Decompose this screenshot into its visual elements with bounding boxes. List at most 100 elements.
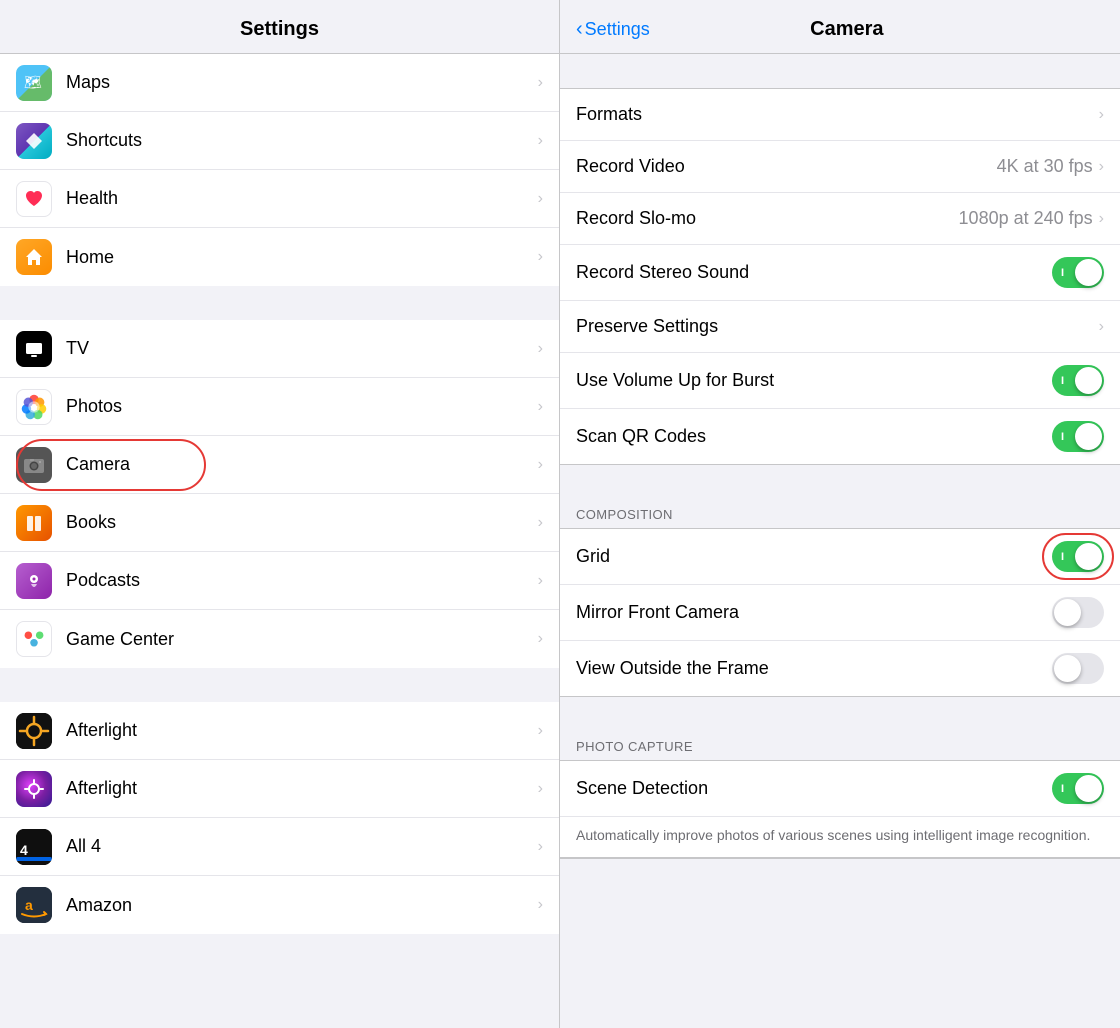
scan-qr-item: Scan QR Codes I — [560, 409, 1120, 464]
volume-burst-toggle[interactable]: I — [1052, 365, 1104, 396]
sidebar-item-afterlight2[interactable]: Afterlight › — [0, 760, 559, 818]
afterlight2-icon — [16, 771, 52, 807]
health-icon — [16, 181, 52, 217]
grid-knob — [1075, 543, 1102, 570]
photo-capture-label: PHOTO CAPTURE — [560, 731, 1120, 760]
view-outside-item: View Outside the Frame — [560, 641, 1120, 696]
svg-text:🗺: 🗺 — [24, 74, 42, 90]
tv-label: TV — [66, 338, 538, 359]
all4-label: All 4 — [66, 836, 538, 857]
view-outside-label: View Outside the Frame — [576, 658, 1052, 679]
camera-chevron: › — [538, 456, 543, 474]
afterlight1-icon — [16, 713, 52, 749]
health-chevron: › — [538, 190, 543, 208]
record-stereo-knob — [1075, 259, 1102, 286]
volume-burst-knob — [1075, 367, 1102, 394]
books-label: Books — [66, 512, 538, 533]
view-outside-toggle[interactable] — [1052, 653, 1104, 684]
grid-toggle[interactable]: I — [1052, 541, 1104, 572]
sidebar-item-tv[interactable]: TV › — [0, 320, 559, 378]
maps-label: Maps — [66, 72, 538, 93]
photo-capture-spacer — [560, 697, 1120, 731]
preserve-settings-chevron: › — [1099, 318, 1104, 336]
camera-label: Camera — [66, 454, 538, 475]
right-panel: ‹ Settings Camera Formats › Record Video… — [560, 0, 1120, 1028]
record-video-value: 4K at 30 fps — [997, 156, 1093, 177]
sidebar-item-maps[interactable]: 🗺 Maps › — [0, 54, 559, 112]
record-slomo-value: 1080p at 240 fps — [959, 208, 1093, 229]
sidebar-item-amazon[interactable]: a Amazon › — [0, 876, 559, 934]
afterlight2-chevron: › — [538, 780, 543, 798]
formats-item[interactable]: Formats › — [560, 89, 1120, 141]
top-spacer — [560, 54, 1120, 88]
grid-item: Grid I — [560, 529, 1120, 585]
record-slomo-item[interactable]: Record Slo-mo 1080p at 240 fps › — [560, 193, 1120, 245]
settings-group-1: 🗺 Maps › Shortcuts › Health › — [0, 54, 559, 286]
sidebar-item-afterlight1[interactable]: Afterlight › — [0, 702, 559, 760]
home-chevron: › — [538, 248, 543, 266]
podcasts-chevron: › — [538, 572, 543, 590]
camera-settings-group: Formats › Record Video 4K at 30 fps › Re… — [560, 88, 1120, 465]
scene-detection-knob — [1075, 775, 1102, 802]
shortcuts-chevron: › — [538, 132, 543, 150]
separator-1 — [0, 286, 559, 320]
back-button[interactable]: ‹ Settings — [576, 18, 650, 41]
sidebar-item-podcasts[interactable]: Podcasts › — [0, 552, 559, 610]
tv-chevron: › — [538, 340, 543, 358]
composition-label: COMPOSITION — [560, 499, 1120, 528]
home-label: Home — [66, 247, 538, 268]
sidebar-item-shortcuts[interactable]: Shortcuts › — [0, 112, 559, 170]
scan-qr-label: Scan QR Codes — [576, 426, 1052, 447]
gamecenter-label: Game Center — [66, 629, 538, 650]
mirror-front-item: Mirror Front Camera — [560, 585, 1120, 641]
right-header: ‹ Settings Camera — [560, 0, 1120, 54]
settings-group-2: TV › Photos › — [0, 320, 559, 668]
grid-label: Grid — [576, 546, 1052, 567]
maps-icon: 🗺 — [16, 65, 52, 101]
page-title: Camera — [650, 18, 1044, 41]
preserve-settings-item[interactable]: Preserve Settings › — [560, 301, 1120, 353]
record-video-item[interactable]: Record Video 4K at 30 fps › — [560, 141, 1120, 193]
amazon-label: Amazon — [66, 895, 538, 916]
shortcuts-label: Shortcuts — [66, 130, 538, 151]
composition-group: Grid I Mirror Front Camera View Outside … — [560, 528, 1120, 697]
volume-burst-item: Use Volume Up for Burst I — [560, 353, 1120, 409]
record-stereo-toggle[interactable]: I — [1052, 257, 1104, 288]
svg-text:4: 4 — [20, 842, 28, 858]
scan-qr-knob — [1075, 423, 1102, 450]
maps-chevron: › — [538, 74, 543, 92]
svg-text:a: a — [25, 897, 33, 913]
sidebar-item-camera[interactable]: Camera › — [0, 436, 559, 494]
record-slomo-label: Record Slo-mo — [576, 208, 959, 229]
sidebar-item-gamecenter[interactable]: Game Center › — [0, 610, 559, 668]
health-label: Health — [66, 188, 538, 209]
composition-spacer — [560, 465, 1120, 499]
home-icon — [16, 239, 52, 275]
scene-detection-toggle[interactable]: I — [1052, 773, 1104, 804]
separator-2 — [0, 668, 559, 702]
mirror-front-label: Mirror Front Camera — [576, 602, 1052, 623]
sidebar-item-photos[interactable]: Photos › — [0, 378, 559, 436]
scan-qr-toggle[interactable]: I — [1052, 421, 1104, 452]
grid-toggle-wrapper: I — [1052, 541, 1104, 572]
amazon-chevron: › — [538, 896, 543, 914]
photos-icon — [16, 389, 52, 425]
afterlight1-label: Afterlight — [66, 720, 538, 741]
formats-chevron: › — [1099, 106, 1104, 124]
record-video-label: Record Video — [576, 156, 997, 177]
books-chevron: › — [538, 514, 543, 532]
sidebar-item-health[interactable]: Health › — [0, 170, 559, 228]
left-panel: Settings 🗺 Maps › Shortcuts › — [0, 0, 560, 1028]
mirror-front-toggle[interactable] — [1052, 597, 1104, 628]
sidebar-item-books[interactable]: Books › — [0, 494, 559, 552]
sidebar-item-home[interactable]: Home › — [0, 228, 559, 286]
preserve-settings-label: Preserve Settings — [576, 316, 1099, 337]
all4-icon: 4 — [16, 829, 52, 865]
sidebar-item-all4[interactable]: 4 All 4 › — [0, 818, 559, 876]
view-outside-knob — [1054, 655, 1081, 682]
camera-icon — [16, 447, 52, 483]
settings-group-3: Afterlight › Afterlight › 4 — [0, 702, 559, 934]
scene-detection-description: Automatically improve photos of various … — [560, 817, 1120, 858]
record-stereo-label: Record Stereo Sound — [576, 262, 1052, 283]
afterlight2-label: Afterlight — [66, 778, 538, 799]
